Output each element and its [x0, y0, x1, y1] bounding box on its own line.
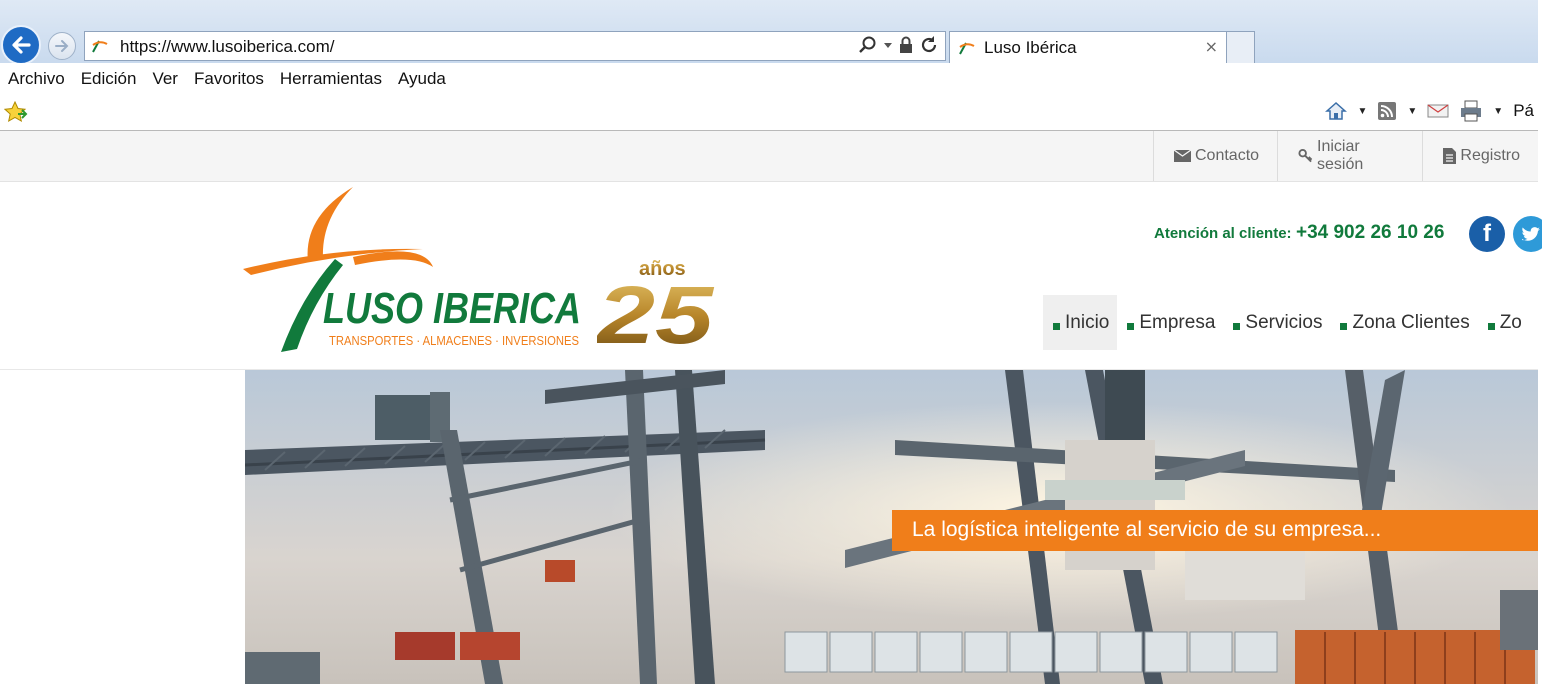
twitter-bird-icon — [1522, 227, 1540, 241]
customer-service: Atención al cliente: +34 902 26 10 26 — [1154, 222, 1444, 244]
menu-favoritos[interactable]: Favoritos — [194, 69, 264, 89]
search-icon[interactable] — [858, 35, 878, 55]
twitter-icon[interactable] — [1513, 216, 1542, 252]
search-dropdown-icon[interactable] — [883, 40, 893, 50]
nav-inicio-label: Inicio — [1065, 311, 1110, 333]
print-icon[interactable] — [1459, 100, 1483, 122]
window-edge — [1538, 0, 1542, 684]
nav-zona-clientes-label: Zona Clientes — [1352, 311, 1470, 333]
feeds-icon[interactable] — [1377, 101, 1397, 121]
nav-bullet-icon — [1340, 323, 1348, 330]
nav-inicio[interactable]: Inicio — [1043, 295, 1118, 350]
browser-tab[interactable]: Luso Ibérica × — [949, 31, 1227, 63]
tab-title: Luso Ibérica — [984, 38, 1077, 57]
page-menu[interactable]: Pá — [1513, 101, 1534, 121]
site-favicon-icon — [92, 40, 108, 53]
lock-icon[interactable] — [898, 35, 914, 55]
document-icon — [1443, 148, 1457, 164]
nav-zo-label: Zo — [1499, 311, 1522, 333]
back-arrow-icon — [12, 36, 31, 54]
luso-iberica-logo[interactable]: LUSO IBERICA TRANSPORTES · ALMACENES · I… — [243, 187, 593, 352]
nav-bullet-icon — [1487, 323, 1495, 330]
tab-close-icon[interactable]: × — [1205, 37, 1218, 56]
customer-service-phone[interactable]: +34 902 26 10 26 — [1296, 222, 1444, 243]
customer-service-label: Atención al cliente: — [1154, 225, 1292, 242]
hero-caption: La logística inteligente al servicio de … — [912, 518, 1382, 541]
contact-label: Contacto — [1195, 147, 1260, 164]
menu-ayuda[interactable]: Ayuda — [398, 69, 446, 89]
nav-bullet-icon — [1127, 323, 1135, 330]
nav-bullet-icon — [1233, 323, 1241, 330]
facebook-icon[interactable]: f — [1469, 216, 1505, 252]
nav-servicios[interactable]: Servicios — [1223, 295, 1330, 350]
anniversary-badge: años 25 — [597, 258, 715, 347]
favorites-bar: ▼ ▼ ▼ Pá — [0, 94, 1538, 131]
envelope-icon — [1174, 150, 1191, 162]
logo-tagline: TRANSPORTES · ALMACENES · INVERSIONES — [329, 333, 579, 348]
mail-icon[interactable] — [1427, 103, 1449, 119]
nav-zo[interactable]: Zo — [1478, 295, 1530, 350]
nav-servicios-label: Servicios — [1245, 311, 1323, 333]
browser-toolbar: https://www.lusoiberica.com/ Luso Ibéric… — [0, 0, 1538, 65]
back-button[interactable] — [1, 25, 41, 65]
url-text[interactable]: https://www.lusoiberica.com/ — [120, 37, 334, 57]
nav-empresa-label: Empresa — [1139, 311, 1216, 333]
tab-favicon-icon — [959, 42, 975, 55]
menu-edicion[interactable]: Edición — [81, 69, 137, 89]
menu-herramientas[interactable]: Herramientas — [280, 69, 382, 89]
menu-ver[interactable]: Ver — [152, 69, 178, 89]
nav-empresa[interactable]: Empresa — [1117, 295, 1223, 350]
site-topbar: Contacto Iniciar sesión Registro — [0, 131, 1538, 182]
forward-arrow-icon — [55, 40, 69, 52]
login-label: Iniciar sesión — [1317, 138, 1364, 173]
refresh-icon[interactable] — [919, 35, 939, 55]
logo-brand-text: LUSO IBERICA — [323, 284, 581, 333]
home-dropdown-icon[interactable]: ▼ — [1357, 106, 1367, 117]
anniversary-number: 25 — [597, 270, 715, 347]
nav-zona-clientes[interactable]: Zona Clientes — [1330, 295, 1477, 350]
new-tab-button[interactable] — [1227, 31, 1255, 63]
address-controls — [858, 35, 939, 55]
register-link[interactable]: Registro — [1422, 131, 1538, 181]
home-icon[interactable] — [1325, 101, 1348, 121]
hero-caption-banner: La logística inteligente al servicio de … — [892, 510, 1538, 551]
print-dropdown-icon[interactable]: ▼ — [1493, 106, 1503, 117]
login-link[interactable]: Iniciar sesión — [1277, 131, 1422, 181]
contact-link[interactable]: Contacto — [1153, 131, 1277, 181]
main-nav: Inicio Empresa Servicios Zona Clientes Z… — [1043, 295, 1530, 350]
forward-button[interactable] — [48, 32, 76, 60]
feeds-dropdown-icon[interactable]: ▼ — [1407, 106, 1417, 117]
add-favorite-star-icon[interactable] — [4, 101, 28, 123]
menu-bar: Archivo Edición Ver Favoritos Herramient… — [0, 63, 1538, 94]
nav-bullet-icon — [1053, 323, 1060, 330]
register-label: Registro — [1460, 147, 1520, 164]
address-bar[interactable]: https://www.lusoiberica.com/ — [84, 31, 946, 61]
key-icon — [1298, 148, 1313, 163]
command-bar: ▼ ▼ ▼ Pá — [1325, 100, 1534, 122]
menu-archivo[interactable]: Archivo — [8, 69, 65, 89]
